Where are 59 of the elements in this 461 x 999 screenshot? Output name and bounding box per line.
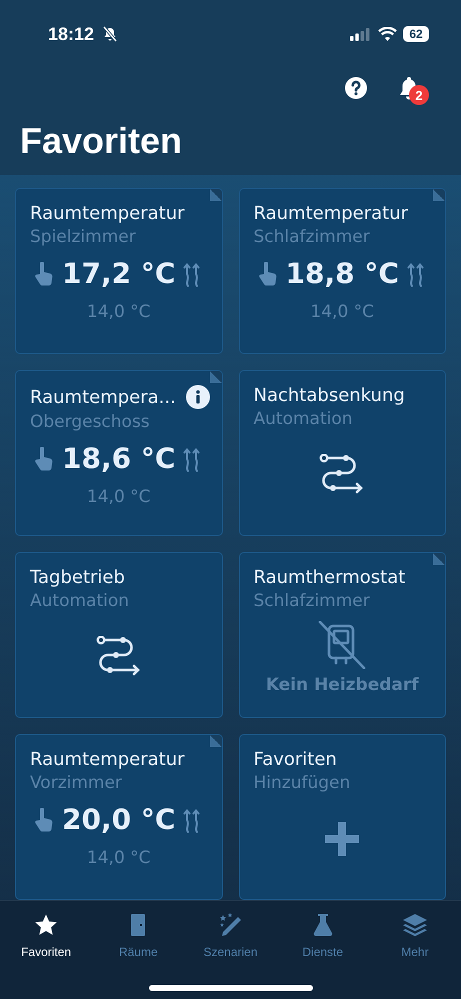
card-title: Nachtabsenkung bbox=[254, 385, 405, 406]
plus-icon[interactable] bbox=[325, 822, 360, 856]
status-time: 18:12 bbox=[48, 24, 94, 44]
card-subtitle: Obergeschoss bbox=[30, 412, 151, 432]
notification-button[interactable]: 2 bbox=[398, 76, 429, 105]
card-title: Raumtemperatur bbox=[30, 203, 185, 224]
setpoint-temperature: 14,0 °C bbox=[86, 302, 152, 322]
card-title: Tagbetrieb bbox=[30, 567, 125, 588]
favorite-card[interactable]: Raumtempera... Obergeschoss 18,6 °C 14,0 °C bbox=[15, 370, 222, 536]
magic-wand-icon bbox=[218, 913, 242, 937]
thermostat-off-icon bbox=[318, 621, 366, 669]
favorite-card[interactable]: Raumtemperatur Spielzimmer 17,2 °C 14,0 °C bbox=[15, 188, 222, 354]
tab-bar-item[interactable]: Favoriten bbox=[0, 913, 92, 959]
layers-icon bbox=[402, 913, 428, 937]
card-subtitle: Automation bbox=[254, 409, 354, 429]
current-temperature: 17,2 °C bbox=[62, 257, 176, 290]
favorite-card[interactable]: Raumthermostat Schlafzimmer Kein Heizbedarf bbox=[238, 552, 446, 718]
card-title: Raumtemperatur bbox=[30, 749, 185, 770]
page-title: Favoriten bbox=[20, 120, 184, 162]
card-title: Raumtemperatur bbox=[254, 203, 408, 224]
help-icon[interactable] bbox=[344, 76, 368, 100]
card-title: Raumthermostat bbox=[254, 567, 406, 588]
hand-pointer-icon bbox=[34, 446, 54, 470]
card-title: Raumtempera... bbox=[30, 386, 176, 408]
signal-icon bbox=[350, 28, 370, 40]
setpoint-temperature: 14,0 °C bbox=[309, 302, 376, 322]
info-icon[interactable] bbox=[186, 385, 210, 409]
card-subtitle: Schlafzimmer bbox=[254, 591, 371, 611]
card-subtitle: Vorzimmer bbox=[30, 773, 123, 793]
tab-bar-item[interactable]: Szenarien bbox=[184, 913, 277, 959]
route-icon bbox=[96, 636, 142, 678]
hand-pointer-icon bbox=[258, 262, 278, 286]
notification-badge: 2 bbox=[409, 85, 429, 105]
card-subtitle: Spielzimmer bbox=[30, 227, 137, 247]
favorite-card[interactable]: Raumtemperatur Schlafzimmer 18,8 °C 14,0 °C bbox=[238, 188, 446, 354]
route-icon bbox=[319, 454, 366, 496]
card-subtitle: Hinzufügen bbox=[254, 773, 352, 793]
setpoint-temperature: 14,0 °C bbox=[86, 487, 152, 507]
favorite-card[interactable]: Nachtabsenkung Automation bbox=[238, 370, 446, 536]
setpoint-temperature: 14,0 °C bbox=[86, 848, 152, 868]
hand-pointer-icon bbox=[34, 262, 54, 286]
current-temperature: 18,8 °C bbox=[286, 257, 399, 290]
card-subtitle: Automation bbox=[30, 591, 130, 611]
current-temperature: 20,0 °C bbox=[62, 803, 176, 836]
favorite-card[interactable]: Tagbetrieb Automation bbox=[15, 552, 222, 718]
tab-bar-item[interactable]: Räume bbox=[92, 913, 184, 959]
current-temperature: 18,6 °C bbox=[62, 442, 176, 475]
bell-slash-icon bbox=[102, 26, 118, 42]
card-title: Favoriten bbox=[254, 749, 337, 770]
tab-bar-item[interactable]: Dienste bbox=[276, 913, 369, 959]
star-icon bbox=[34, 913, 58, 937]
tab-bar-item[interactable]: Mehr bbox=[368, 913, 461, 959]
favorite-card[interactable]: Raumtemperatur Vorzimmer 20,0 °C 14,0 °C bbox=[15, 734, 222, 900]
battery-indicator: 62 bbox=[403, 26, 429, 42]
wifi-icon bbox=[378, 27, 397, 41]
card-subtitle: Schlafzimmer bbox=[254, 227, 371, 247]
hand-pointer-icon bbox=[34, 808, 54, 832]
heating-status: Kein Heizbedarf bbox=[266, 675, 419, 695]
favorite-card[interactable]: Favoriten Hinzufügen bbox=[238, 734, 446, 900]
